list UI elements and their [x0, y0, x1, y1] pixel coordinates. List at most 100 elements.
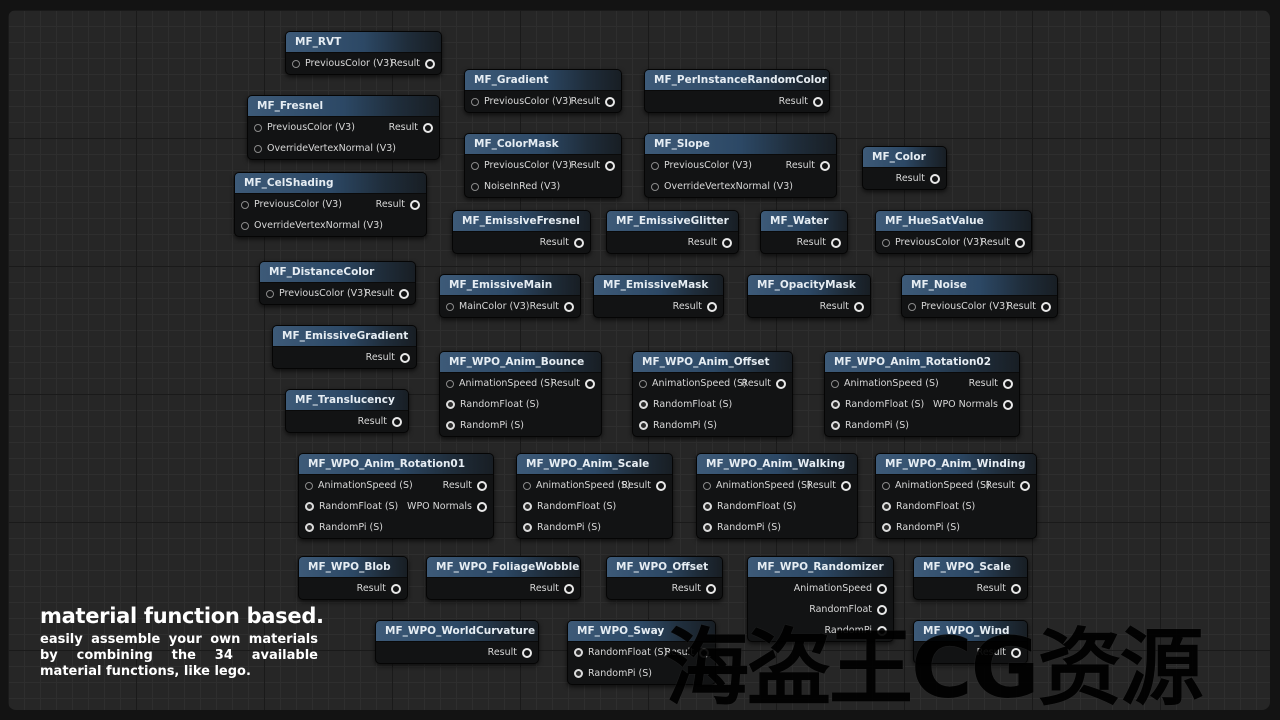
output-pin[interactable]: Result [571, 155, 615, 176]
output-pin[interactable]: Result [742, 373, 786, 394]
node-title[interactable]: MF_Translucency [286, 390, 408, 411]
node-title[interactable]: MF_WPO_Anim_Offset [633, 352, 792, 373]
input-pin[interactable]: RandomPi (S) [446, 415, 524, 436]
input-pin-icon[interactable] [523, 523, 532, 532]
input-pin[interactable]: RandomPi (S) [523, 517, 601, 538]
output-pin-icon[interactable] [423, 122, 433, 133]
input-pin-icon[interactable] [703, 523, 712, 532]
output-pin-icon[interactable] [776, 378, 786, 389]
node-mf-wpo-blob[interactable]: MF_WPO_Blob Result [298, 556, 408, 600]
input-pin[interactable]: PreviousColor (V3) [266, 283, 367, 304]
node-title[interactable]: MF_Fresnel [248, 96, 439, 117]
output-pin-icon[interactable] [820, 160, 830, 171]
input-pin[interactable]: RandomFloat (S) [574, 642, 667, 663]
output-pin-icon[interactable] [1020, 480, 1030, 491]
input-pin-icon[interactable] [831, 379, 839, 388]
node-title[interactable]: MF_WPO_Blob [299, 557, 407, 578]
output-pin[interactable]: Result [530, 296, 574, 317]
input-pin[interactable]: PreviousColor (V3) [471, 155, 572, 176]
node-title[interactable]: MF_WPO_Anim_Bounce [440, 352, 601, 373]
output-pin[interactable]: Result [779, 91, 823, 112]
output-pin[interactable]: Result [365, 283, 409, 304]
output-pin[interactable]: Result [358, 411, 402, 432]
output-pin[interactable]: Result [366, 347, 410, 368]
node-title[interactable]: MF_WPO_Offset [607, 557, 722, 578]
output-pin[interactable]: Result [357, 578, 401, 599]
input-pin-icon[interactable] [254, 123, 262, 132]
output-pin-icon[interactable] [585, 378, 595, 389]
output-pin[interactable]: Result [896, 168, 940, 189]
input-pin[interactable]: AnimationSpeed (S) [305, 475, 413, 496]
node-mf-wpo-anim-offset[interactable]: MF_WPO_Anim_Offset AnimationSpeed (S) Resu… [632, 351, 793, 437]
node-title[interactable]: MF_OpacityMask [748, 275, 870, 296]
output-pin[interactable]: Result [551, 373, 595, 394]
input-pin[interactable]: PreviousColor (V3) [292, 53, 393, 74]
node-mf-wpo-anim-rotation02[interactable]: MF_WPO_Anim_Rotation02 AnimationSpeed (S)… [824, 351, 1020, 437]
input-pin[interactable]: RandomFloat (S) [446, 394, 539, 415]
node-mf-wpo-scale[interactable]: MF_WPO_Scale Result [913, 556, 1028, 600]
input-pin-icon[interactable] [305, 481, 313, 490]
input-pin-icon[interactable] [471, 97, 479, 106]
output-pin[interactable]: Result [786, 155, 830, 176]
node-title[interactable]: MF_Gradient [465, 70, 621, 91]
output-pin[interactable]: Result [820, 296, 864, 317]
node-mf-color[interactable]: MF_Color Result [862, 146, 947, 190]
input-pin-icon[interactable] [292, 59, 300, 68]
node-mf-emissivefresnel[interactable]: MF_EmissiveFresnel Result [452, 210, 591, 254]
output-pin-icon[interactable] [656, 480, 666, 491]
node-title[interactable]: MF_EmissiveFresnel [453, 211, 590, 232]
input-pin-icon[interactable] [651, 182, 659, 191]
output-pin[interactable]: Result [622, 475, 666, 496]
node-title[interactable]: MF_HueSatValue [876, 211, 1031, 232]
output-pin[interactable]: Result [673, 296, 717, 317]
node-title[interactable]: MF_EmissiveMain [440, 275, 580, 296]
input-pin-icon[interactable] [882, 523, 891, 532]
node-title[interactable]: MF_PerInstanceRandomColor [645, 70, 829, 91]
input-pin[interactable]: AnimationSpeed (S) [523, 475, 631, 496]
input-pin[interactable]: RandomFloat (S) [831, 394, 924, 415]
input-pin-icon[interactable] [882, 238, 890, 247]
output-pin-icon[interactable] [410, 199, 420, 210]
output-pin-icon[interactable] [425, 58, 435, 69]
output-pin[interactable]: WPO Normals [407, 496, 487, 517]
output-pin-icon[interactable] [400, 352, 410, 363]
input-pin-icon[interactable] [446, 379, 454, 388]
input-pin-icon[interactable] [831, 421, 840, 430]
node-mf-gradient[interactable]: MF_Gradient PreviousColor (V3) Result [464, 69, 622, 113]
node-mf-wpo-anim-scale[interactable]: MF_WPO_Anim_Scale AnimationSpeed (S) Resul… [516, 453, 673, 539]
input-pin-icon[interactable] [882, 481, 890, 490]
input-pin-icon[interactable] [523, 502, 532, 511]
node-mf-wpo-worldcurvature[interactable]: MF_WPO_WorldCurvature Result [375, 620, 539, 664]
output-pin[interactable]: RandomFloat [809, 599, 887, 620]
node-title[interactable]: MF_RVT [286, 32, 441, 53]
node-mf-fresnel[interactable]: MF_Fresnel PreviousColor (V3) Result Overri… [247, 95, 440, 160]
input-pin[interactable]: PreviousColor (V3) [471, 91, 572, 112]
node-title[interactable]: MF_DistanceColor [260, 262, 415, 283]
output-pin-icon[interactable] [854, 301, 864, 312]
output-pin-icon[interactable] [392, 416, 402, 427]
output-pin-icon[interactable] [930, 173, 940, 184]
node-mf-wpo-anim-bounce[interactable]: MF_WPO_Anim_Bounce AnimationSpeed (S) Resu… [439, 351, 602, 437]
output-pin[interactable]: Result [981, 232, 1025, 253]
output-pin[interactable]: Result [807, 475, 851, 496]
output-pin-icon[interactable] [877, 583, 887, 594]
output-pin-icon[interactable] [1015, 237, 1025, 248]
input-pin-icon[interactable] [305, 502, 314, 511]
input-pin[interactable]: RandomFloat (S) [882, 496, 975, 517]
node-mf-water[interactable]: MF_Water Result [760, 210, 848, 254]
input-pin-icon[interactable] [908, 302, 916, 311]
input-pin[interactable]: RandomFloat (S) [703, 496, 796, 517]
output-pin[interactable]: Result [986, 475, 1030, 496]
node-mf-noise[interactable]: MF_Noise PreviousColor (V3) Result [901, 274, 1058, 318]
output-pin[interactable]: Result [488, 642, 532, 663]
node-mf-wpo-anim-winding[interactable]: MF_WPO_Anim_Winding AnimationSpeed (S) Res… [875, 453, 1037, 539]
node-title[interactable]: MF_WPO_FoliageWobble [427, 557, 580, 578]
node-mf-emissivemain[interactable]: MF_EmissiveMain MainColor (V3) Result [439, 274, 581, 318]
node-title[interactable]: MF_WPO_Scale [914, 557, 1027, 578]
input-pin-icon[interactable] [703, 502, 712, 511]
input-pin-icon[interactable] [574, 648, 583, 657]
input-pin[interactable]: RandomPi (S) [882, 517, 960, 538]
input-pin-icon[interactable] [241, 221, 249, 230]
node-title[interactable]: MF_WPO_Anim_Rotation01 [299, 454, 493, 475]
output-pin-icon[interactable] [399, 288, 409, 299]
